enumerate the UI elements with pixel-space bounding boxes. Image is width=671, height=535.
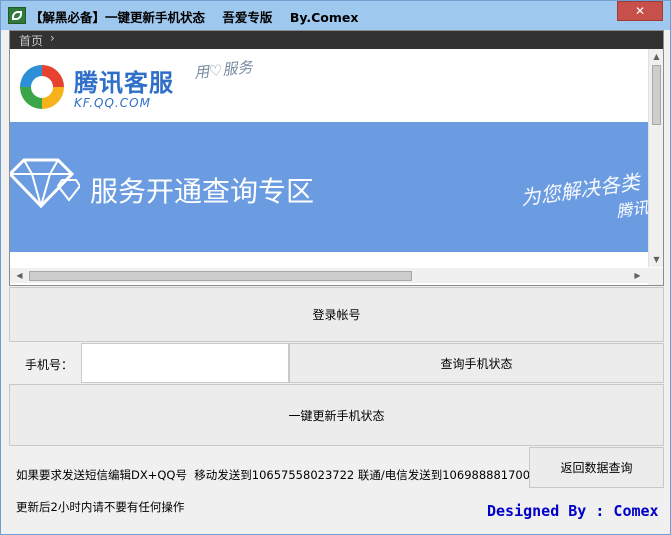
- login-account-button[interactable]: 登录帐号: [9, 287, 664, 342]
- logo-slogan: 用♡服务: [193, 57, 254, 83]
- update-phone-status-button[interactable]: 一键更新手机状态: [9, 384, 664, 446]
- logo-title[interactable]: 腾讯客服: [74, 63, 174, 98]
- app-icon: [8, 7, 26, 24]
- horizontal-scroll-thumb[interactable]: [29, 271, 412, 281]
- scroll-up-icon[interactable]: ▲: [649, 49, 663, 64]
- scroll-down-icon[interactable]: ▼: [649, 252, 663, 267]
- scrollbar-corner: [648, 268, 663, 285]
- close-button[interactable]: ✕: [617, 1, 663, 21]
- embedded-browser[interactable]: 首页 › 腾讯客服 KF.QQ.COM 用♡服务 服务开通查询专区 为您解决各类…: [9, 30, 664, 286]
- banner-title: 服务开通查询专区: [90, 175, 315, 208]
- diamond-icon: [10, 158, 80, 208]
- phone-label: 手机号：: [25, 358, 74, 372]
- app-window: 【解黑必备】一键更新手机状态 吾爱专版 By.Comex ✕ 首页 › 腾讯客服…: [0, 0, 671, 535]
- scroll-left-icon[interactable]: ◀: [12, 268, 27, 283]
- vertical-scroll-thumb[interactable]: [652, 65, 661, 125]
- vertical-scrollbar[interactable]: ▲ ▼: [648, 49, 663, 267]
- logo-header: 腾讯客服 KF.QQ.COM 用♡服务: [10, 49, 650, 122]
- horizontal-scrollbar[interactable]: ◀ ▶: [10, 268, 648, 283]
- tencent-logo-icon: [20, 65, 64, 109]
- window-title: 【解黑必备】一键更新手机状态 吾爱专版 By.Comex: [30, 10, 359, 25]
- query-phone-status-button[interactable]: 查询手机状态: [289, 343, 664, 383]
- breadcrumb-home[interactable]: 首页: [19, 32, 43, 49]
- update-warning: 更新后2小时内请不要有任何操作: [16, 500, 185, 514]
- return-data-query-button[interactable]: 返回数据查询: [529, 447, 664, 488]
- logo-subtitle: KF.QQ.COM: [74, 96, 151, 110]
- phone-number-input[interactable]: [81, 343, 289, 383]
- banner-slogan-2: 腾讯: [615, 197, 650, 222]
- chevron-right-icon: ›: [50, 31, 55, 45]
- designed-by-credit: Designed By : Comex: [487, 502, 659, 520]
- breadcrumb-bar: 首页 ›: [10, 31, 663, 49]
- scroll-right-icon[interactable]: ▶: [630, 268, 645, 283]
- service-banner: 服务开通查询专区 为您解决各类 腾讯: [10, 122, 650, 252]
- sms-instructions: 如果要求发送短信编辑DX+QQ号 移动发送到10657558023722 联通/…: [16, 468, 545, 482]
- title-bar[interactable]: 【解黑必备】一键更新手机状态 吾爱专版 By.Comex ✕: [1, 1, 670, 30]
